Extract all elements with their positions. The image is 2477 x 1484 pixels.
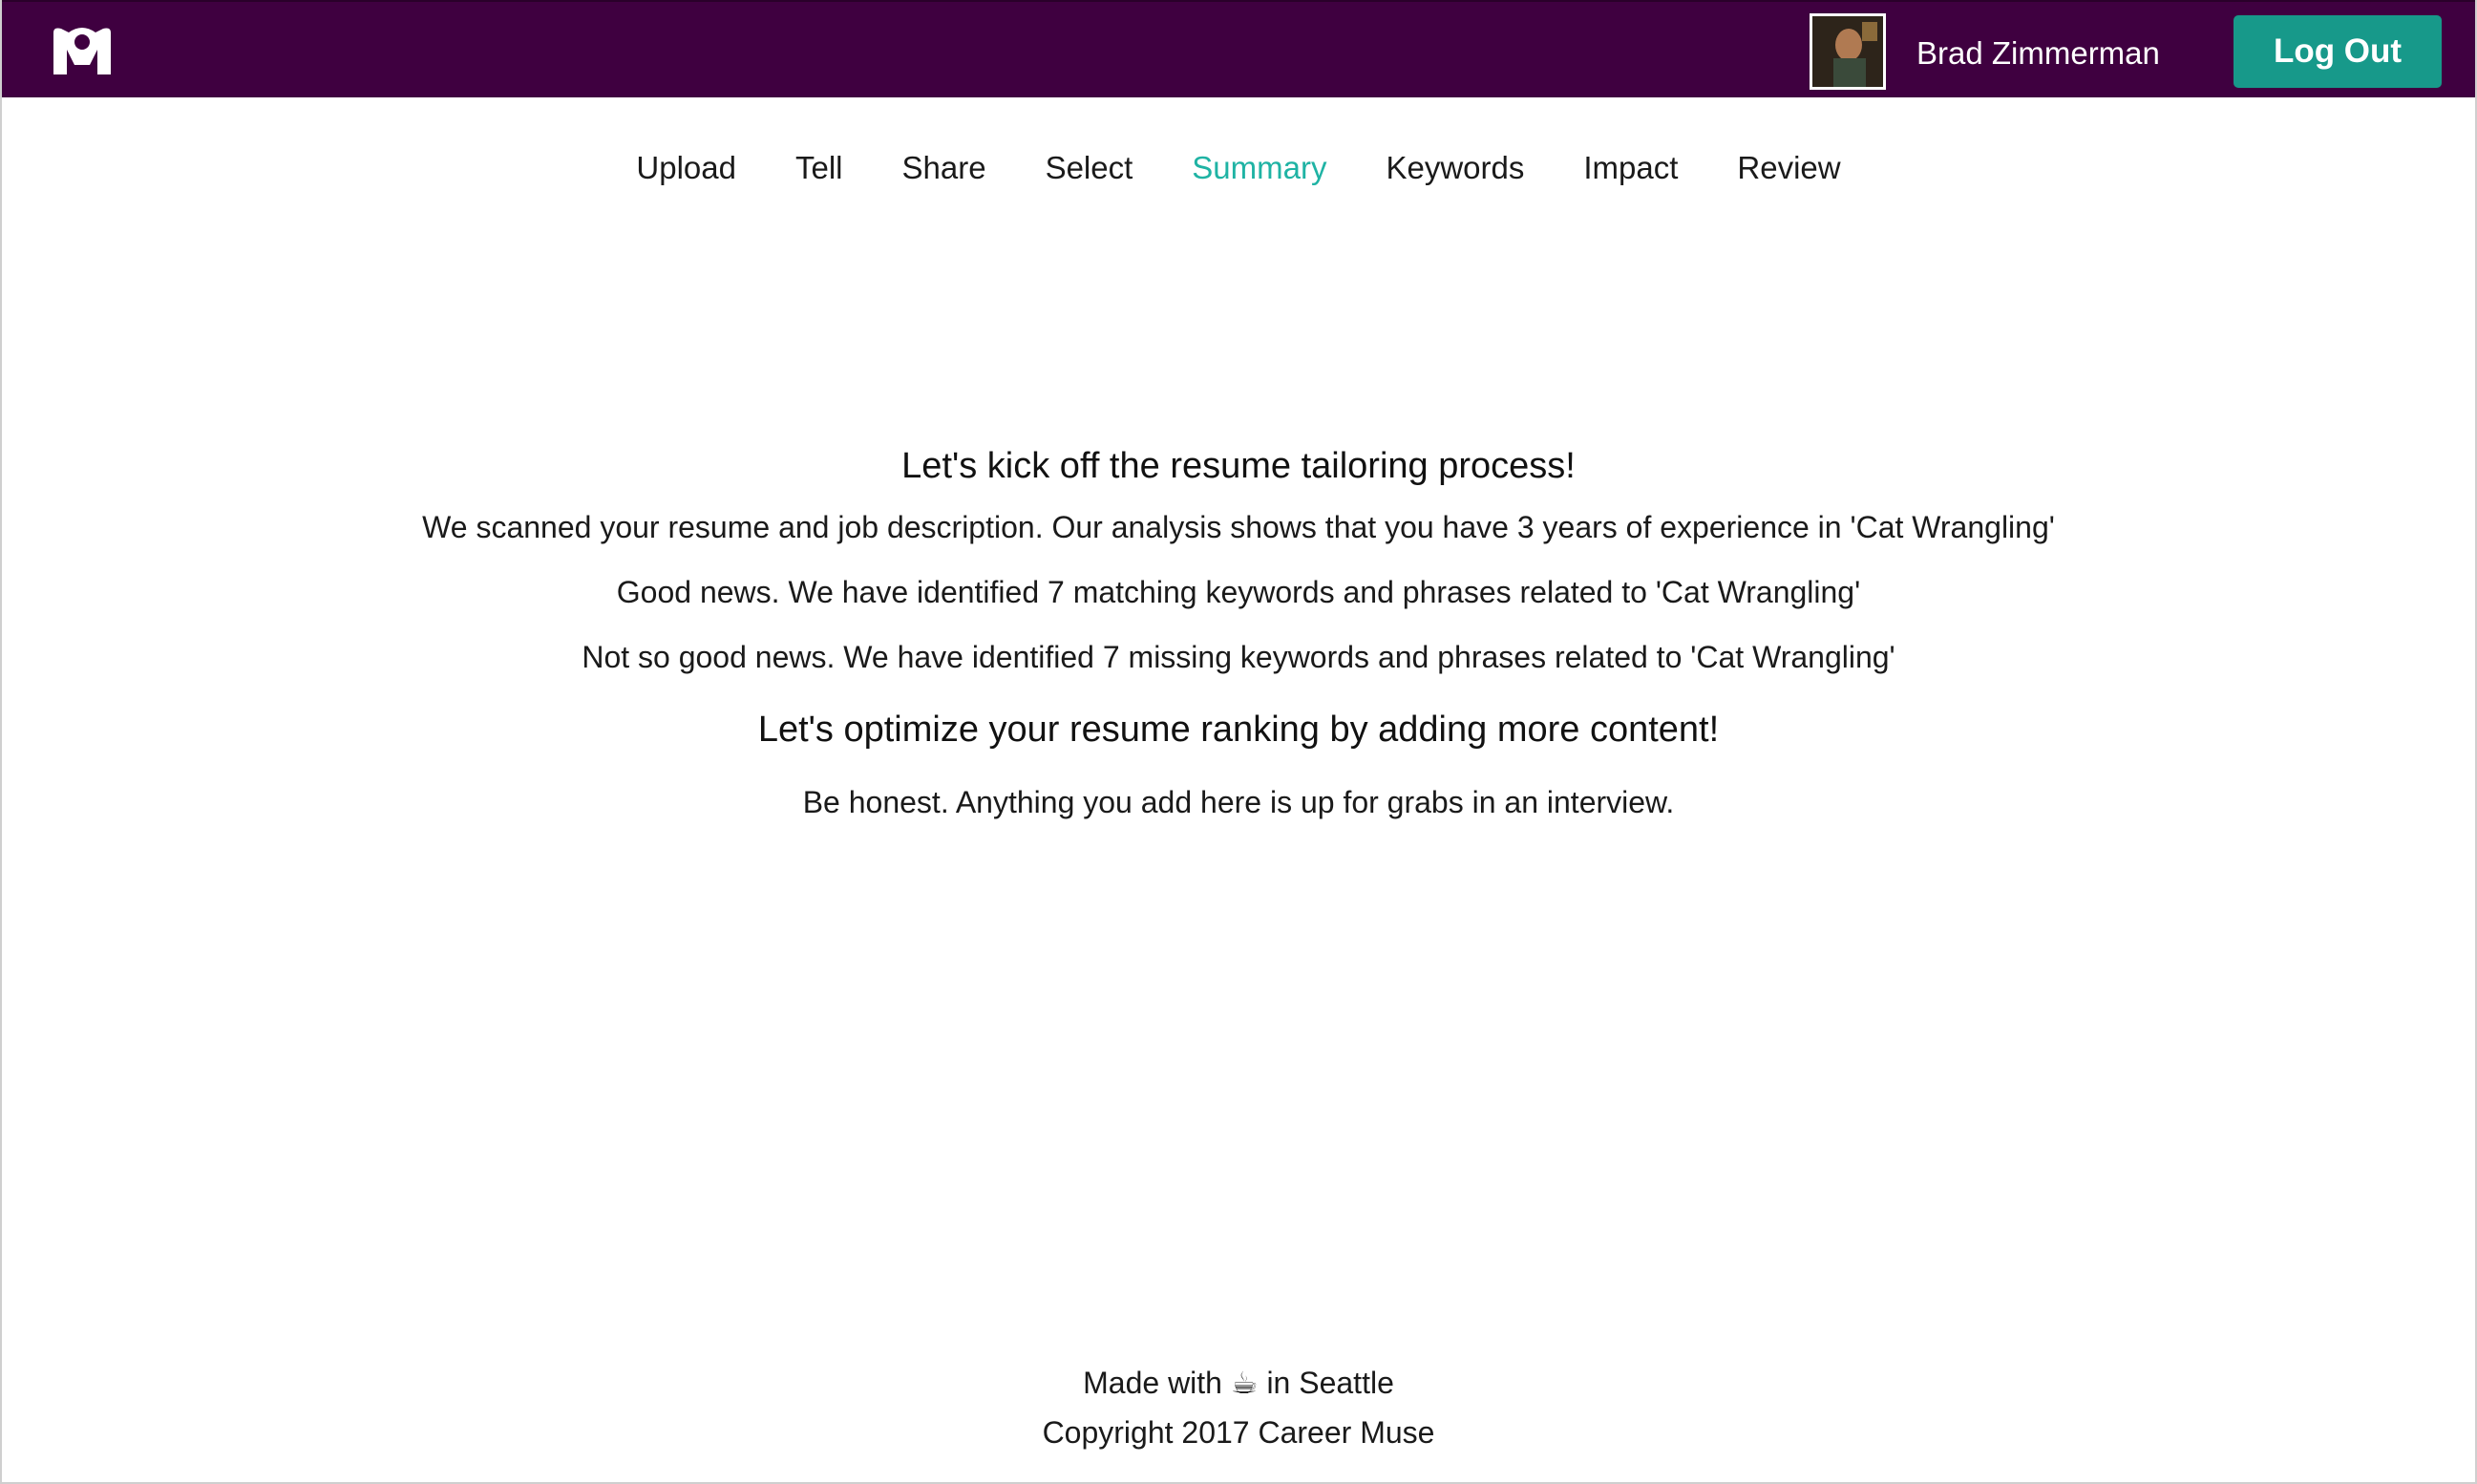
avatar-photo-icon <box>1812 16 1883 87</box>
career-muse-logo-icon[interactable] <box>50 25 115 78</box>
optimize-heading: Let's optimize your resume ranking by ad… <box>757 710 1720 750</box>
nav-item-upload[interactable]: Upload <box>636 150 736 186</box>
bad-news-text: Not so good news. We have identified 7 m… <box>582 640 1895 674</box>
nav-item-review[interactable]: Review <box>1737 150 1840 186</box>
user-name[interactable]: Brad Zimmerman <box>1916 32 2160 74</box>
nav-item-tell[interactable]: Tell <box>795 150 843 186</box>
nav-item-impact[interactable]: Impact <box>1583 150 1678 186</box>
logout-button[interactable]: Log Out <box>2234 15 2442 88</box>
app-page: Brad Zimmerman Log Out Upload Tell Share… <box>0 0 2477 1484</box>
step-navigation: Upload Tell Share Select Summary Keyword… <box>2 143 2475 193</box>
user-avatar[interactable] <box>1810 13 1886 90</box>
footer: Made with ☕ in Seattle Copyright 2017 Ca… <box>2 1358 2475 1457</box>
good-news-text: Good news. We have identified 7 matching… <box>616 575 1861 609</box>
honesty-note: Be honest. Anything you add here is up f… <box>802 785 1675 819</box>
nav-item-keywords[interactable]: Keywords <box>1386 150 1524 186</box>
summary-heading: Let's kick off the resume tailoring proc… <box>901 446 1576 486</box>
made-with-text: Made with ☕ in Seattle <box>1083 1366 1394 1400</box>
summary-content: Let's kick off the resume tailoring proc… <box>2 437 2475 835</box>
nav-item-select[interactable]: Select <box>1046 150 1133 186</box>
nav-item-summary[interactable]: Summary <box>1192 150 1326 186</box>
nav-item-share[interactable]: Share <box>902 150 986 186</box>
copyright-text: Copyright 2017 Career Muse <box>1042 1415 1435 1450</box>
top-bar: Brad Zimmerman Log Out <box>2 0 2475 97</box>
experience-text: We scanned your resume and job descripti… <box>422 510 2055 544</box>
